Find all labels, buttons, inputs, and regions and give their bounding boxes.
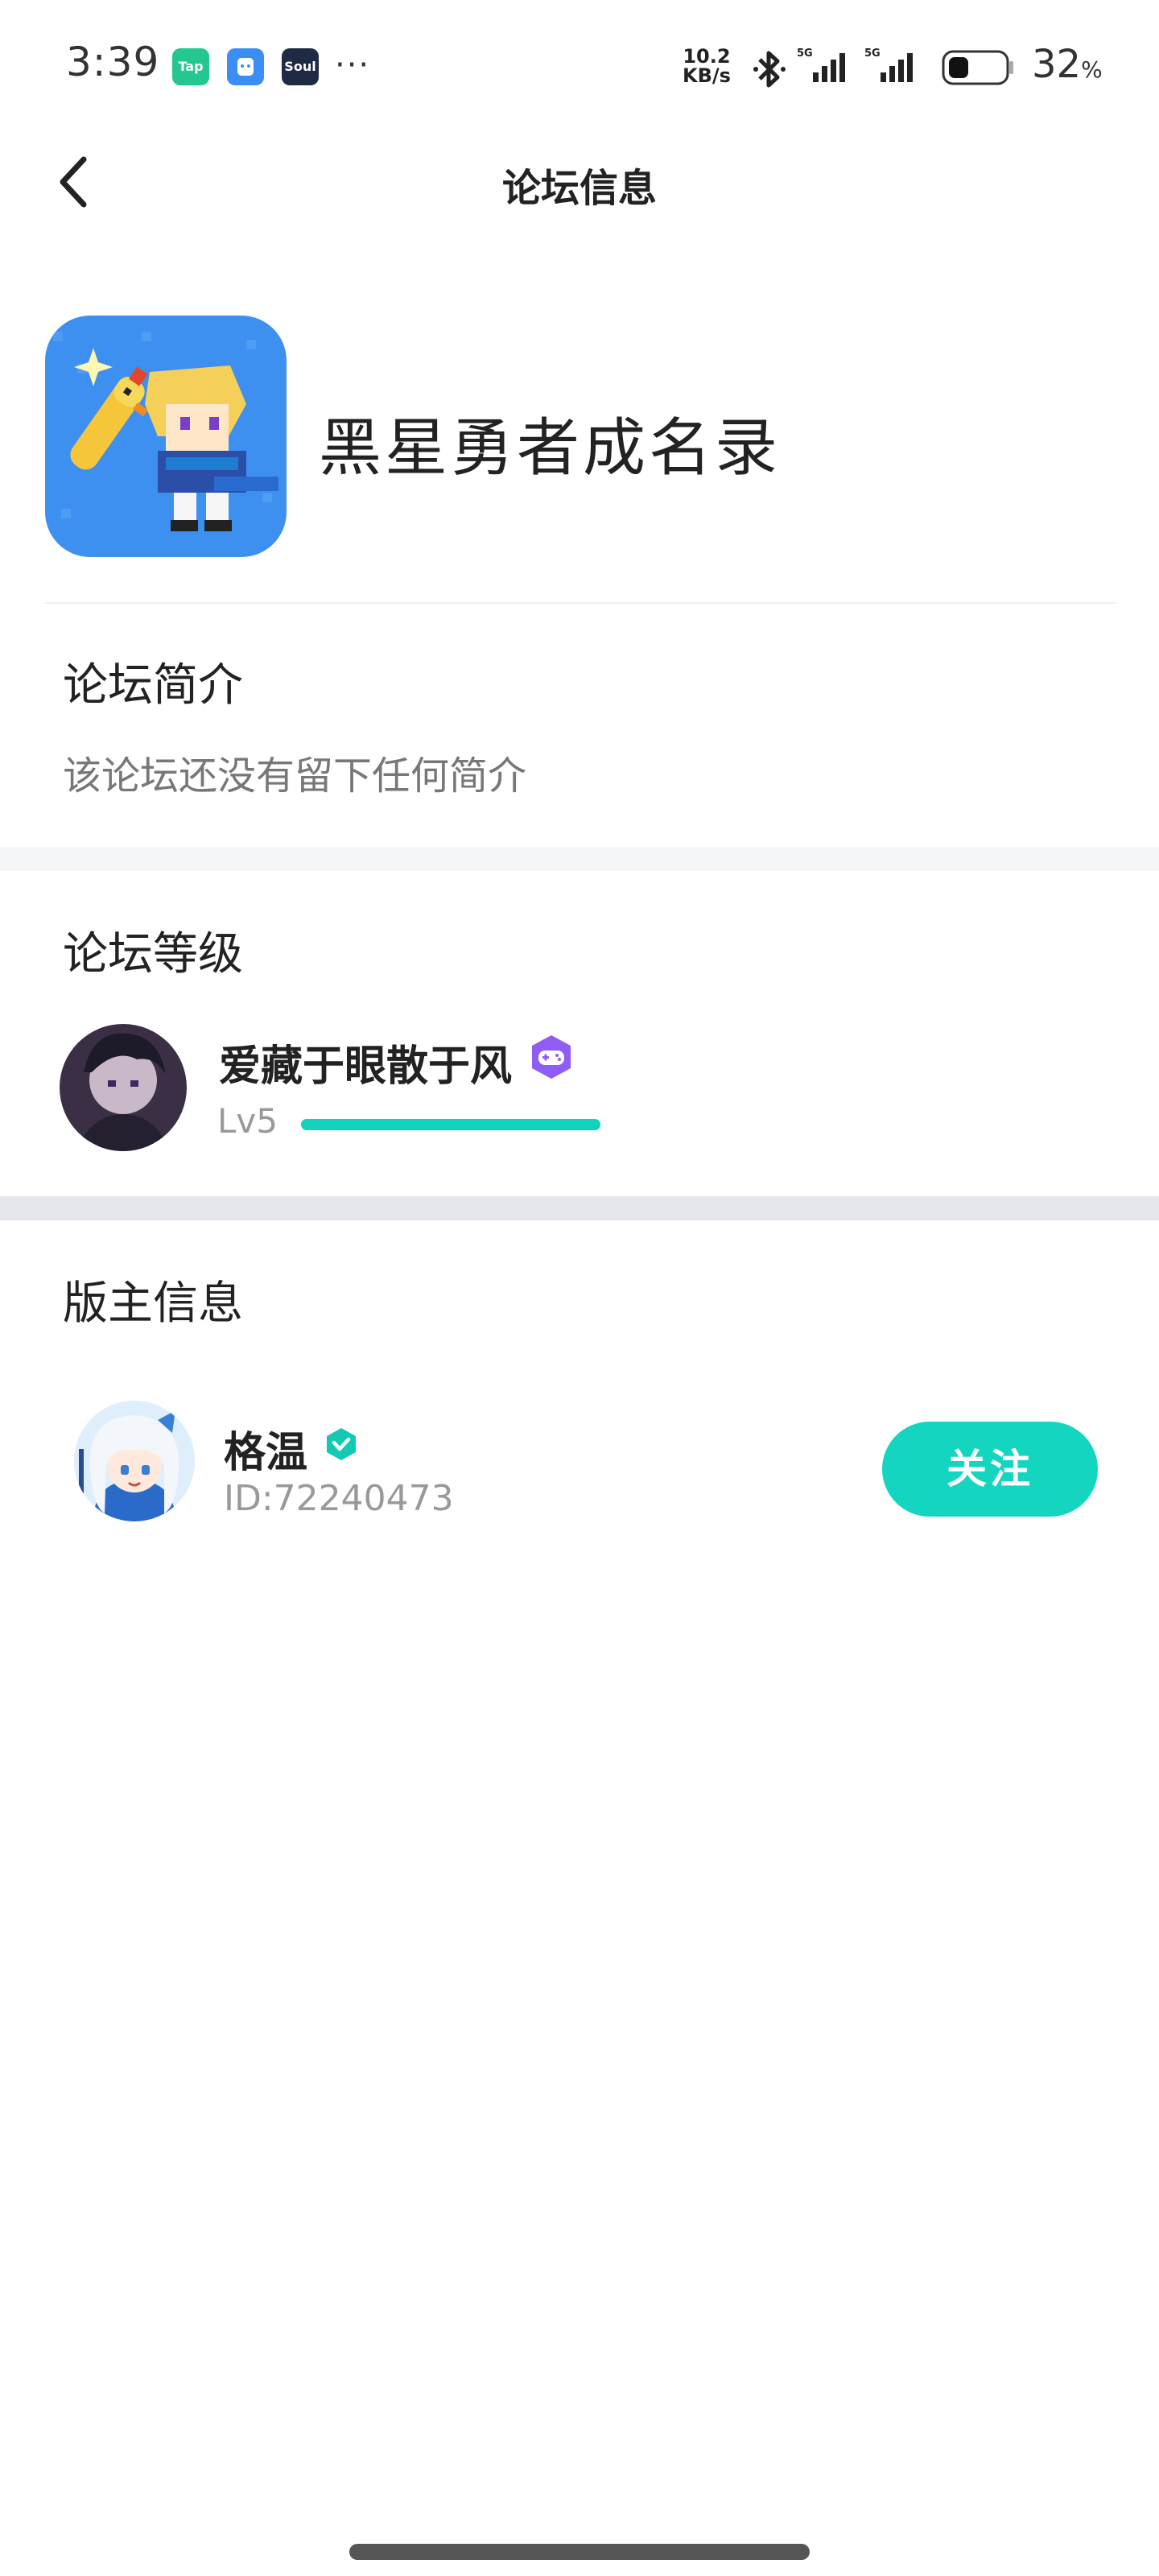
battery-unit: % [1081,56,1103,83]
status-bar: 3:39 Tap Soul ··· 10.2 KB/s 5G 5G 32% [0,0,1159,137]
soul-app-icon: Soul [282,48,319,85]
notification-app-icon [227,48,264,85]
top-nav-bar: 论坛信息 [0,137,1159,225]
section-separator-2 [0,1196,1159,1220]
section-separator [0,847,1159,871]
intro-section-title: 论坛简介 [63,659,243,712]
intro-text: 该论坛还没有留下任何简介 [63,753,527,799]
moderator-section-title: 版主信息 [63,1278,243,1330]
battery-icon [942,50,1013,85]
follow-button[interactable]: 关注 [882,1422,1098,1517]
network-speed-unit: KB/s [683,64,731,87]
battery-percentage: 32% [1032,42,1103,87]
user-avatar[interactable] [60,1024,187,1151]
forum-info-page: 3:39 Tap Soul ··· 10.2 KB/s 5G 5G 32% 论坛… [0,0,1159,2576]
signal-5g-label-2: 5G [864,47,881,60]
status-time: 3:39 [66,39,160,85]
level-progress-fill [301,1119,600,1130]
user-name[interactable]: 爱藏于眼散于风 [219,1032,512,1092]
signal-5g-label: 5G [797,47,813,60]
level-section-title: 论坛等级 [63,928,243,980]
game-icon [45,316,287,557]
signal-strength-icon-2: 5G [864,47,913,82]
moderator-id: ID:72240473 [224,1478,454,1519]
tap-app-icon: Tap [172,48,209,85]
moderator-name[interactable]: 格温 [224,1418,307,1479]
forum-game-name: 黑星勇者成名录 [319,412,782,485]
more-notifications-icon: ··· [335,47,371,84]
moderator-avatar[interactable] [74,1401,195,1521]
network-speed: 10.2 KB/s [683,47,731,85]
level-label: Lv5 [217,1101,278,1141]
network-speed-value: 10.2 [683,45,731,68]
battery-value: 32 [1032,42,1082,87]
gamepad-badge-icon [532,1035,571,1079]
bluetooth-icon [753,51,786,88]
page-title: 论坛信息 [501,166,657,211]
divider [45,602,1116,604]
verified-badge-icon [327,1428,356,1460]
signal-strength-icon: 5G [797,47,845,82]
home-indicator[interactable] [349,2544,810,2560]
level-progress-bar [301,1119,600,1130]
